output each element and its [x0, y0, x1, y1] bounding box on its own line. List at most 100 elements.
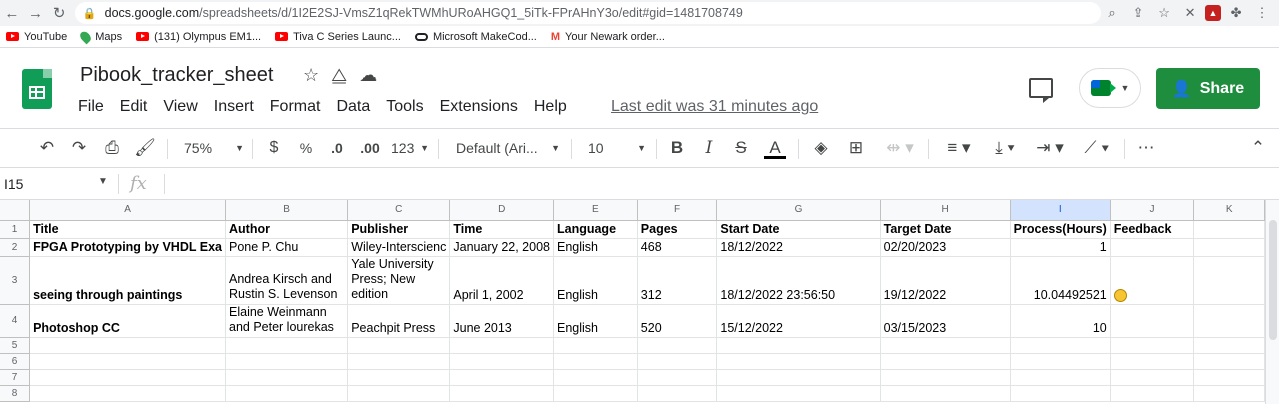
- cell[interactable]: Peachpit Press: [347, 304, 451, 338]
- row-header[interactable]: 4: [0, 304, 31, 338]
- bookmark-star-icon[interactable]: ☆: [1153, 2, 1175, 24]
- cell[interactable]: 10.04492521: [1010, 256, 1111, 305]
- cell[interactable]: English: [553, 304, 638, 338]
- menu-data[interactable]: Data: [328, 98, 378, 116]
- cell[interactable]: [716, 385, 881, 402]
- cell[interactable]: [347, 369, 451, 386]
- move-to-drive-icon[interactable]: ⧋: [331, 65, 347, 86]
- sheets-logo-icon[interactable]: [22, 69, 52, 109]
- row-header[interactable]: 8: [0, 385, 31, 402]
- cell[interactable]: 02/20/2023: [880, 238, 1011, 257]
- cell[interactable]: [449, 337, 554, 354]
- cell[interactable]: 15/12/2022: [716, 304, 881, 338]
- reload-icon[interactable]: ↻: [47, 0, 71, 26]
- cell[interactable]: [1193, 238, 1265, 257]
- cell[interactable]: [553, 337, 638, 354]
- chevron-down-icon[interactable]: ▼: [98, 176, 108, 187]
- cell[interactable]: 468: [637, 238, 718, 257]
- column-header[interactable]: D: [449, 200, 554, 221]
- bookmark-maps[interactable]: Maps: [78, 29, 122, 44]
- pdf-extension-icon[interactable]: ▲: [1205, 5, 1222, 21]
- decrease-decimal-button[interactable]: .0: [326, 134, 348, 162]
- cell[interactable]: FPGA Prototyping by VHDL Exa: [29, 238, 226, 257]
- cell[interactable]: [225, 385, 349, 402]
- column-header[interactable]: F: [637, 200, 718, 221]
- menu-help[interactable]: Help: [526, 98, 575, 116]
- menu-extensions[interactable]: Extensions: [432, 98, 526, 116]
- increase-decimal-button[interactable]: .00: [356, 134, 384, 162]
- menu-tools[interactable]: Tools: [378, 98, 431, 116]
- cell[interactable]: [347, 385, 451, 402]
- cell[interactable]: Pone P. Chu: [225, 238, 349, 257]
- cell[interactable]: [1110, 238, 1195, 257]
- column-header[interactable]: B: [225, 200, 349, 221]
- cell[interactable]: Author: [225, 220, 349, 239]
- scrollbar-thumb[interactable]: [1269, 220, 1277, 340]
- column-header[interactable]: E: [553, 200, 638, 221]
- cell[interactable]: [1193, 256, 1265, 305]
- cell[interactable]: 10: [1010, 304, 1111, 338]
- cell[interactable]: [225, 337, 349, 354]
- cell[interactable]: April 1, 2002: [449, 256, 554, 305]
- cell[interactable]: Publisher: [347, 220, 451, 239]
- print-icon[interactable]: ⎙: [101, 134, 123, 162]
- cell[interactable]: [1010, 353, 1111, 370]
- cell[interactable]: 19/12/2022: [880, 256, 1011, 305]
- cell[interactable]: [1110, 337, 1195, 354]
- bookmark-tiva[interactable]: Tiva C Series Launc...: [275, 31, 401, 43]
- bookmark-makecode[interactable]: Microsoft MakeCod...: [414, 31, 537, 43]
- cell[interactable]: English: [553, 238, 638, 257]
- percent-format-button[interactable]: %: [296, 134, 316, 162]
- cell[interactable]: Language: [553, 220, 638, 239]
- bookmark-newark[interactable]: M Your Newark order...: [551, 31, 665, 43]
- font-size-select[interactable]: 10 ▼: [588, 134, 646, 162]
- paint-format-icon[interactable]: 🖌: [134, 134, 156, 162]
- cell[interactable]: [1193, 304, 1265, 338]
- cell[interactable]: [637, 353, 718, 370]
- menu-format[interactable]: Format: [262, 98, 329, 116]
- extensions-puzzle-icon[interactable]: ✤: [1225, 2, 1247, 24]
- horizontal-align-icon[interactable]: ≡ ▾: [941, 134, 977, 162]
- fill-color-icon[interactable]: ◈: [810, 134, 832, 162]
- menu-file[interactable]: File: [78, 98, 112, 116]
- cell[interactable]: [29, 385, 226, 402]
- text-rotation-icon[interactable]: ⟋ ▾: [1078, 134, 1116, 162]
- bold-button[interactable]: B: [668, 134, 686, 162]
- row-header[interactable]: 7: [0, 369, 31, 386]
- cell[interactable]: [716, 369, 881, 386]
- cell[interactable]: [880, 337, 1011, 354]
- menu-insert[interactable]: Insert: [206, 98, 262, 116]
- cell[interactable]: [1110, 353, 1195, 370]
- cell[interactable]: Elaine Weinmann and Peter lourekas: [225, 304, 349, 338]
- select-all-corner[interactable]: [0, 200, 31, 221]
- cell[interactable]: [449, 385, 554, 402]
- share-button[interactable]: 👤 Share: [1156, 68, 1260, 109]
- font-family-select[interactable]: Default (Ari... ▼: [456, 134, 560, 162]
- cell[interactable]: [637, 337, 718, 354]
- undo-icon[interactable]: ↶: [36, 134, 58, 162]
- cell[interactable]: [347, 353, 451, 370]
- cell[interactable]: 312: [637, 256, 718, 305]
- column-header[interactable]: C: [347, 200, 451, 221]
- cell[interactable]: [553, 369, 638, 386]
- cell[interactable]: 1: [1010, 238, 1111, 257]
- star-icon[interactable]: ☆: [303, 65, 319, 86]
- redo-icon[interactable]: ↷: [68, 134, 90, 162]
- cell[interactable]: [637, 369, 718, 386]
- cell[interactable]: seeing through paintings: [29, 256, 226, 305]
- cell[interactable]: [1110, 304, 1195, 338]
- comment-history-icon[interactable]: [1029, 78, 1053, 103]
- share-page-icon[interactable]: ⇪: [1127, 2, 1149, 24]
- row-header[interactable]: 2: [0, 238, 31, 257]
- cell[interactable]: [716, 353, 881, 370]
- zoom-select[interactable]: 75% ▼: [184, 134, 244, 162]
- close-tab-icon[interactable]: ✕: [1179, 2, 1201, 24]
- last-edit-link[interactable]: Last edit was 31 minutes ago: [611, 98, 818, 116]
- cell[interactable]: June 2013: [449, 304, 554, 338]
- cell[interactable]: [1110, 385, 1195, 402]
- cell[interactable]: Photoshop CC: [29, 304, 226, 338]
- italic-button[interactable]: I: [700, 134, 718, 162]
- cell[interactable]: [1010, 369, 1111, 386]
- cell[interactable]: 03/15/2023: [880, 304, 1011, 338]
- cell[interactable]: January 22, 2008: [449, 238, 554, 257]
